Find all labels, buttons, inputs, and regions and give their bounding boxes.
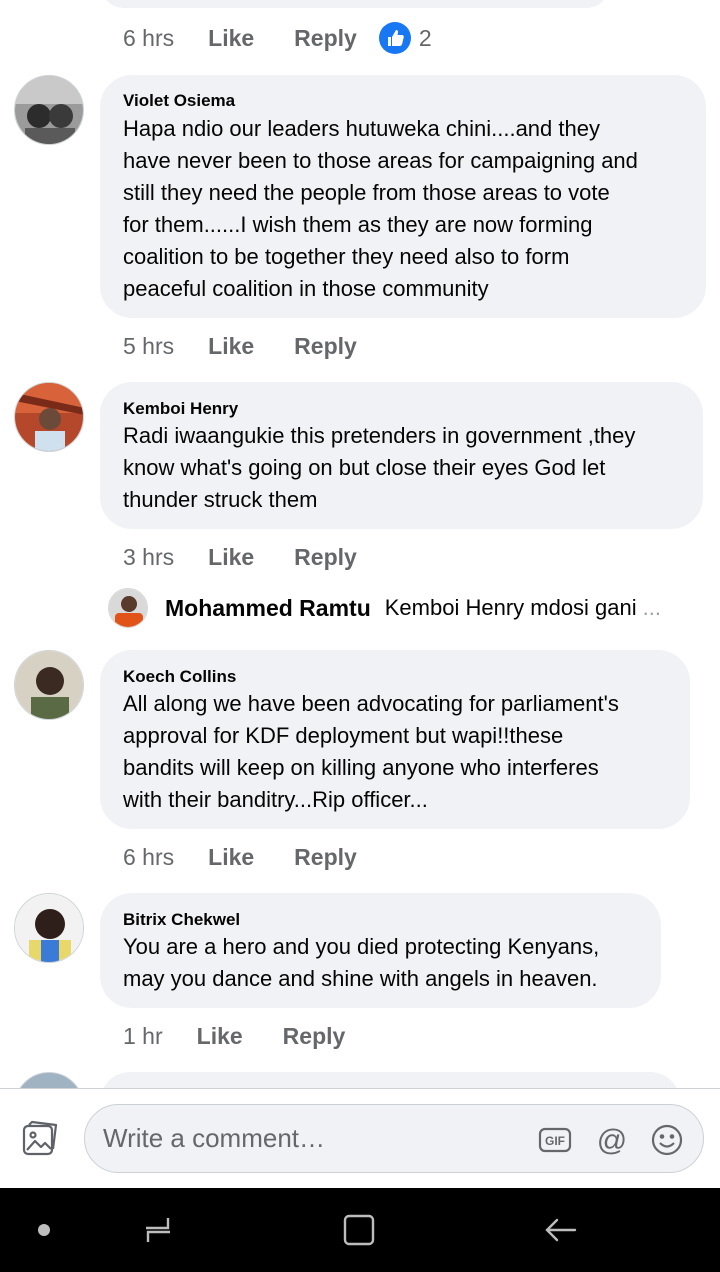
- comment-text: Hapa ndio our leaders hutuweka chini....…: [123, 113, 638, 305]
- like-button[interactable]: Like: [197, 1023, 243, 1050]
- comment-time: 1 hr: [123, 1022, 163, 1049]
- comment-time: 6 hrs: [123, 24, 175, 51]
- reply-button[interactable]: Reply: [294, 333, 357, 360]
- avatar[interactable]: [14, 1072, 84, 1088]
- reply-text: Kemboi Henry mdosi gani: [384, 595, 637, 620]
- comment-line: Radi iwaangukie this pretenders in gover…: [123, 423, 636, 448]
- mention-icon[interactable]: @: [595, 1123, 629, 1157]
- reply-author[interactable]: Mohammed Ramtu: [165, 595, 371, 622]
- comment-bubble: [100, 1072, 680, 1088]
- reply-button[interactable]: Reply: [283, 1023, 346, 1050]
- like-reaction-icon: [378, 22, 411, 54]
- comment-actions: 3 hrs Like Reply: [123, 542, 357, 572]
- like-button[interactable]: Like: [208, 333, 254, 360]
- avatar[interactable]: [14, 75, 84, 145]
- recents-icon[interactable]: [138, 1210, 178, 1250]
- comment-author[interactable]: Koech Collins: [123, 667, 236, 687]
- svg-text:GIF: GIF: [545, 1134, 565, 1148]
- comment-text: Radi iwaangukie this pretenders in gover…: [123, 420, 635, 516]
- comment-line: have never been to those areas for campa…: [123, 148, 638, 173]
- comment-line: bandits will keep on killing anyone who …: [123, 755, 599, 780]
- comment-bubble[interactable]: Bitrix Chekwel You are a hero and you di…: [100, 893, 661, 1008]
- home-icon[interactable]: [339, 1210, 379, 1250]
- comment-actions: 1 hr Like Reply: [123, 1021, 345, 1051]
- like-button[interactable]: Like: [208, 25, 254, 52]
- comment-text: All along we have been advocating for pa…: [123, 688, 619, 816]
- comment-line: for them......I wish them as they are no…: [123, 212, 593, 237]
- avatar[interactable]: [14, 893, 84, 963]
- android-navbar: [0, 1188, 720, 1272]
- reply-more: ...: [642, 595, 661, 620]
- comment-line: All along we have been advocating for pa…: [123, 691, 619, 716]
- like-button[interactable]: Like: [208, 544, 254, 571]
- comment-actions: 6 hrs Like Reply 2: [123, 22, 432, 54]
- comment-bubble[interactable]: Koech Collins All along we have been adv…: [100, 650, 690, 829]
- comment-time: 6 hrs: [123, 843, 175, 870]
- back-icon[interactable]: [541, 1210, 581, 1250]
- reaction-count: 2: [418, 24, 432, 51]
- comment-bubble[interactable]: Kemboi Henry Radi iwaangukie this preten…: [100, 382, 703, 529]
- gif-icon[interactable]: GIF: [538, 1123, 572, 1157]
- reply-button[interactable]: Reply: [294, 544, 357, 571]
- comment-line: still they need the people from those ar…: [123, 180, 610, 205]
- avatar[interactable]: [14, 382, 84, 452]
- comment-bubble[interactable]: Violet Osiema Hapa ndio our leaders hutu…: [100, 75, 706, 318]
- comment-input[interactable]: [103, 1105, 523, 1172]
- emoji-icon[interactable]: [650, 1123, 684, 1157]
- dot-icon[interactable]: [24, 1210, 64, 1250]
- reply-avatar[interactable]: [108, 588, 148, 628]
- comment-feed[interactable]: 6 hrs Like Reply 2 Violet Osiema Hapa nd…: [0, 0, 720, 1088]
- reply-button[interactable]: Reply: [294, 844, 357, 871]
- comment-composer: GIF @: [0, 1088, 720, 1188]
- photo-icon[interactable]: [20, 1119, 60, 1159]
- comment-line: peaceful coalition in those community: [123, 276, 489, 301]
- comment-time: 5 hrs: [123, 332, 175, 359]
- comment-line: approval for KDF deployment but wapi!!th…: [123, 723, 564, 748]
- comment-author[interactable]: Violet Osiema: [123, 91, 235, 111]
- comment-line: with their banditry...Rip officer...: [123, 787, 428, 812]
- comment-time: 3 hrs: [123, 543, 175, 570]
- comment-input-box[interactable]: GIF @: [84, 1104, 704, 1173]
- reply-button[interactable]: Reply: [294, 25, 357, 52]
- comment-line: You are a hero and you died protecting K…: [123, 934, 600, 959]
- comment-actions: 5 hrs Like Reply: [123, 331, 357, 361]
- like-button[interactable]: Like: [208, 844, 254, 871]
- comment-line: coalition to be together they need also …: [123, 244, 570, 269]
- comment-bubble: [100, 0, 610, 8]
- comment-line: may you dance and shine with angels in h…: [123, 966, 598, 991]
- comment-text: You are a hero and you died protecting K…: [123, 931, 599, 995]
- reply-preview[interactable]: Mohammed Ramtu Kemboi Henry mdosi gani .…: [108, 588, 661, 628]
- avatar[interactable]: [14, 650, 84, 720]
- comment-line: thunder struck them: [123, 487, 318, 512]
- comment-author[interactable]: Bitrix Chekwel: [123, 910, 240, 930]
- comment-line: Hapa ndio our leaders hutuweka chini....…: [123, 116, 600, 141]
- svg-text:@: @: [597, 1124, 627, 1157]
- comment-actions: 6 hrs Like Reply: [123, 842, 357, 872]
- comment-author[interactable]: Kemboi Henry: [123, 399, 238, 419]
- comment-line: know what's going on but close their eye…: [123, 455, 606, 480]
